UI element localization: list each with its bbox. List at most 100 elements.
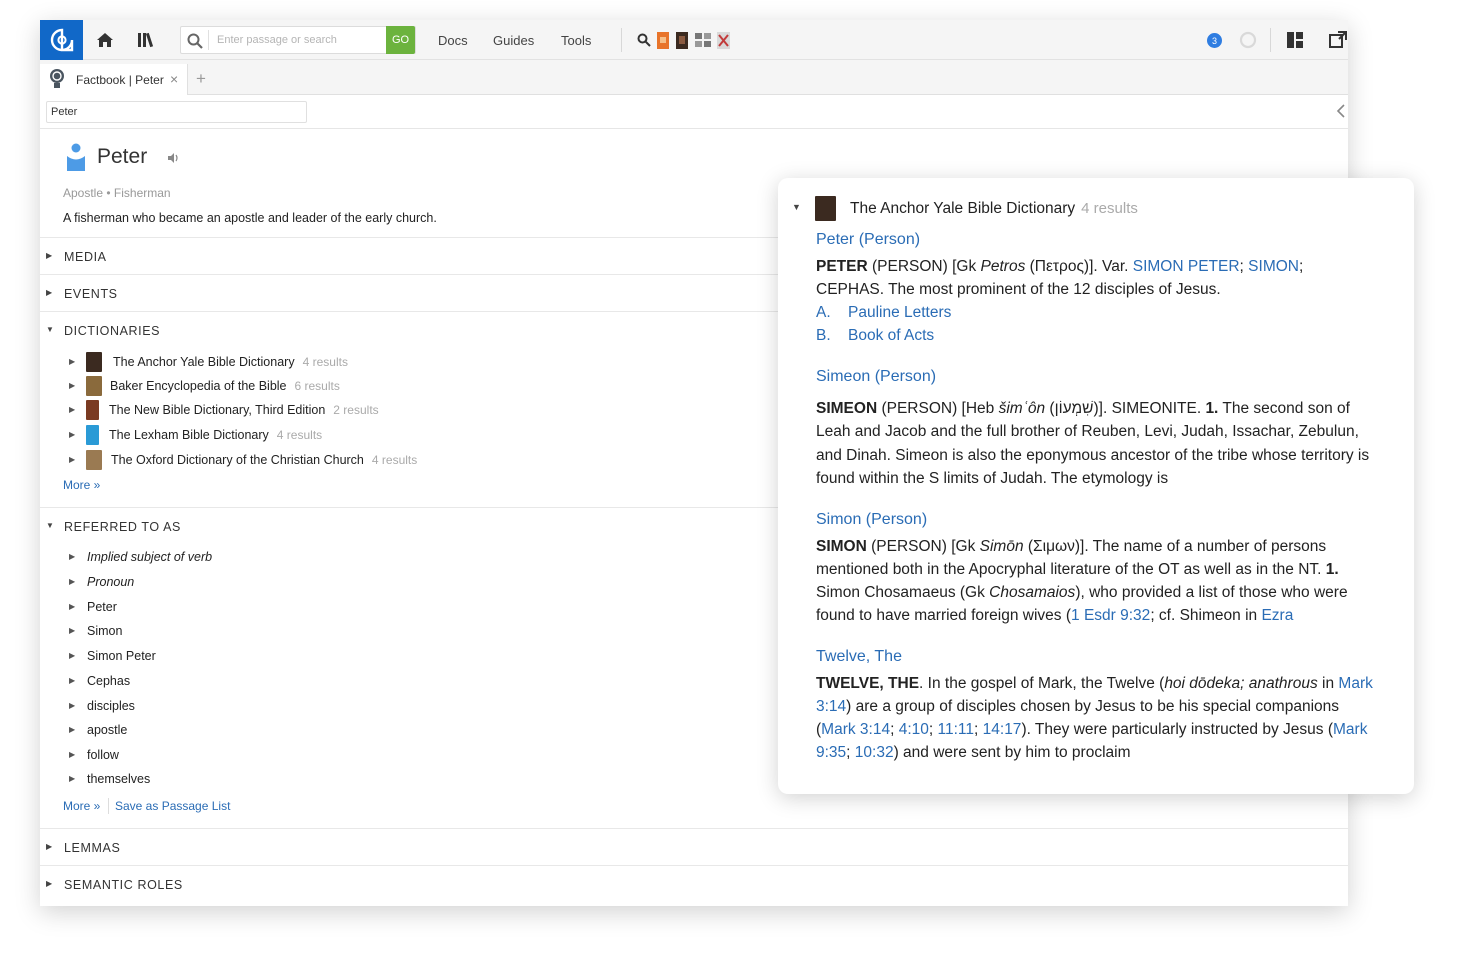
expand-triangle-icon: ▶ xyxy=(69,701,76,710)
entry-heading-link[interactable]: Twelve, The xyxy=(816,645,1376,668)
entry-number: 1. xyxy=(1205,399,1219,417)
referred-label: themselves xyxy=(87,772,151,786)
verse-link[interactable]: Ezra xyxy=(1261,607,1293,624)
passage-search-box[interactable]: GO xyxy=(180,26,416,54)
logos-logo-icon xyxy=(50,28,73,52)
verse-link[interactable]: 1 Esdr 9:32 xyxy=(1071,607,1150,624)
section-title: LEMMAS xyxy=(64,841,121,855)
entry-text: Petros xyxy=(980,258,1026,275)
speaker-icon[interactable] xyxy=(166,151,180,165)
entry-heading-link[interactable]: Simeon (Person) xyxy=(816,365,1376,389)
layout-panels-icon[interactable] xyxy=(1283,28,1307,52)
save-passage-list-link[interactable]: Save as Passage List xyxy=(115,799,230,813)
entry-twelve: Twelve, The TWELVE, THE. In the gospel o… xyxy=(816,645,1376,764)
referred-label: Simon Peter xyxy=(87,649,156,663)
entry-text: hoi dōdeka; anathrous xyxy=(1164,675,1318,692)
verse-link[interactable]: 11:11 xyxy=(938,721,975,738)
recent-resource-icon[interactable] xyxy=(656,28,670,52)
expand-triangle-icon: ▶ xyxy=(69,430,76,439)
referred-label: follow xyxy=(87,748,119,762)
popup-book-title: The Anchor Yale Bible Dictionary xyxy=(850,200,1076,217)
factbook-search-row xyxy=(40,95,1348,129)
expand-triangle-icon: ▶ xyxy=(69,750,76,759)
passage-search-input[interactable] xyxy=(208,30,386,50)
logos-logo-button[interactable] xyxy=(40,20,83,60)
cross-reference-link[interactable]: SIMON xyxy=(1248,258,1299,275)
book-cover-icon xyxy=(86,376,102,396)
tab-bar: Factbook | Peter × + xyxy=(40,60,1348,95)
referred-more-link[interactable]: More » xyxy=(63,799,100,813)
notification-badge[interactable]: 3 xyxy=(1207,33,1222,48)
entry-text: (PERSON) [Gk xyxy=(867,258,981,275)
section-header-semantic-roles[interactable]: ▶ SEMANTIC ROLES xyxy=(40,866,1348,903)
home-icon[interactable] xyxy=(93,28,117,52)
verse-link[interactable]: 14:17 xyxy=(983,721,1022,738)
chevron-left-icon[interactable] xyxy=(1336,104,1346,121)
outline-link[interactable]: Book of Acts xyxy=(848,327,934,344)
new-tab-icon[interactable]: + xyxy=(196,69,206,89)
referred-label: Peter xyxy=(87,600,117,614)
dictionary-name: The Oxford Dictionary of the Christian C… xyxy=(111,453,364,467)
entry-text: . In the gospel of Mark, the Twelve ( xyxy=(919,675,1165,692)
outline-label: A. xyxy=(816,304,831,321)
expand-triangle-icon: ▶ xyxy=(69,676,76,685)
result-count: 6 results xyxy=(294,379,340,393)
entry-heading-link[interactable]: Simon (Person) xyxy=(816,508,1376,531)
section-title: EVENTS xyxy=(64,287,118,301)
referred-label: Cephas xyxy=(87,674,131,688)
entry-text: (Πετρος)]. Var. xyxy=(1025,258,1133,275)
expand-triangle-icon: ▶ xyxy=(69,577,76,586)
verse-link[interactable]: Mark 3:14 xyxy=(821,721,890,738)
popup-result-count: 4 results xyxy=(1081,200,1138,217)
entry-heading-link[interactable]: Peter (Person) xyxy=(816,228,1376,251)
entry-text: ). They were particularly instructed by … xyxy=(1021,721,1333,738)
dictionary-name: The Anchor Yale Bible Dictionary xyxy=(113,355,295,369)
entry-text: šimʿôn xyxy=(998,399,1046,417)
recent-resource-icon-3[interactable] xyxy=(715,28,731,52)
tab-close-icon[interactable]: × xyxy=(170,71,178,87)
referred-label: apostle xyxy=(87,723,128,737)
result-count: 4 results xyxy=(371,453,418,467)
expand-triangle-icon: ▶ xyxy=(69,725,76,734)
entry-number: 1. xyxy=(1325,561,1339,578)
collapse-triangle-icon: ▼ xyxy=(792,202,801,212)
verse-link[interactable]: 10:32 xyxy=(855,744,894,761)
main-toolbar: GO Docs Guides Tools 3 xyxy=(40,20,1348,60)
book-cover-icon xyxy=(86,425,99,445)
outline-link[interactable]: Pauline Letters xyxy=(848,304,951,321)
dictionaries-more-link[interactable]: More » xyxy=(63,478,100,492)
section-header-lemmas[interactable]: ▶ LEMMAS xyxy=(40,829,1348,866)
entry-text: (PERSON) [Gk xyxy=(866,538,980,555)
expand-triangle-icon: ▶ xyxy=(46,288,53,297)
collapse-triangle-icon: ▼ xyxy=(46,521,54,530)
person-icon xyxy=(67,143,85,171)
guides-menu[interactable]: Guides xyxy=(493,33,534,48)
entry-text: ; xyxy=(1298,258,1304,275)
collapse-triangle-icon: ▼ xyxy=(46,325,54,334)
layouts-icon[interactable] xyxy=(694,28,712,52)
sync-icon[interactable] xyxy=(1236,28,1260,52)
library-icon[interactable] xyxy=(135,28,159,52)
popout-window-icon[interactable] xyxy=(1326,28,1348,52)
entry-text: in xyxy=(1317,675,1339,692)
book-cover-icon xyxy=(815,196,836,221)
tab-factbook-peter[interactable]: Factbook | Peter × xyxy=(40,64,188,95)
docs-menu[interactable]: Docs xyxy=(438,33,468,48)
section-title: SEMANTIC ROLES xyxy=(64,878,183,892)
entry-text: ; xyxy=(890,721,899,738)
tab-label: Factbook | Peter xyxy=(76,73,164,87)
entry-text: (PERSON) [Heb xyxy=(877,399,999,417)
recent-resource-icon-2[interactable] xyxy=(675,28,689,52)
tools-menu[interactable]: Tools xyxy=(561,33,591,48)
go-button[interactable]: GO xyxy=(386,26,415,54)
referred-label: Implied subject of verb xyxy=(87,550,213,564)
quick-search-icon[interactable] xyxy=(632,28,656,52)
verse-link[interactable]: 4:10 xyxy=(899,721,929,738)
cross-reference-link[interactable]: SIMON PETER xyxy=(1133,258,1240,275)
entry-text: Simōn xyxy=(979,538,1024,555)
entry-text: ; cf. Shimeon in xyxy=(1150,607,1262,624)
book-cover-icon xyxy=(86,400,99,420)
expand-triangle-icon: ▶ xyxy=(69,774,76,783)
link-divider xyxy=(108,798,109,814)
factbook-search-input[interactable] xyxy=(46,101,307,123)
